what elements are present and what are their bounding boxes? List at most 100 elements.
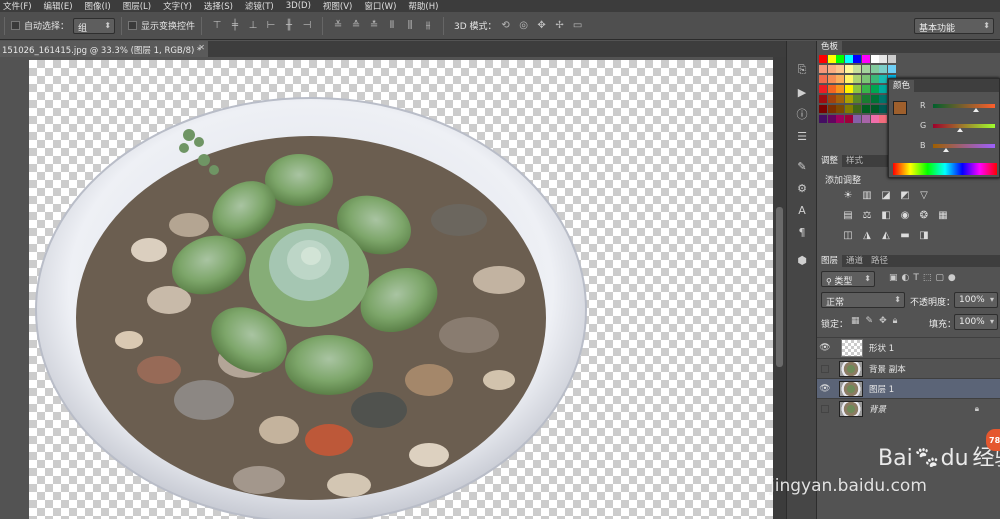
- color-swatch[interactable]: [870, 75, 879, 83]
- distribute-vcenter-icon[interactable]: ≙: [349, 19, 363, 33]
- color-swatch[interactable]: [870, 55, 879, 63]
- color-swatch[interactable]: [844, 105, 853, 113]
- paragraph-icon[interactable]: ¶: [787, 221, 817, 243]
- color-swatch[interactable]: [870, 85, 879, 93]
- hue-saturation-icon[interactable]: ▤: [841, 209, 855, 221]
- color-swatch[interactable]: [819, 95, 827, 103]
- color-swatch[interactable]: [844, 65, 853, 73]
- green-thumb[interactable]: [957, 128, 963, 132]
- color-swatch[interactable]: [827, 75, 836, 83]
- lock-all-icon[interactable]: 🔒︎: [893, 316, 898, 326]
- curves-icon[interactable]: ◪: [879, 189, 893, 201]
- color-swatch[interactable]: [827, 55, 836, 63]
- 3d-cube-icon[interactable]: ⬢: [787, 249, 817, 271]
- color-swatch[interactable]: [836, 115, 845, 123]
- color-swatch[interactable]: [879, 105, 888, 113]
- color-swatch[interactable]: [853, 105, 862, 113]
- menu-view[interactable]: 视图(V): [320, 0, 361, 12]
- lock-position-icon[interactable]: ✥: [879, 316, 887, 326]
- invert-icon[interactable]: ◫: [841, 229, 855, 241]
- color-swatch[interactable]: [862, 95, 870, 103]
- black-white-icon[interactable]: ◧: [879, 209, 893, 221]
- auto-select-checkbox[interactable]: [11, 21, 20, 30]
- color-swatch[interactable]: [853, 65, 862, 73]
- color-swatch[interactable]: [853, 85, 862, 93]
- distribute-hcenter-icon[interactable]: ⫼: [403, 19, 417, 33]
- align-top-icon[interactable]: ⊤: [210, 19, 224, 33]
- menu-type[interactable]: 文字(Y): [160, 0, 201, 12]
- auto-select-dropdown[interactable]: 组 ⬍: [73, 17, 116, 34]
- color-swatch[interactable]: [853, 115, 862, 123]
- 3d-roll-icon[interactable]: ◎: [517, 19, 531, 33]
- posterize-icon[interactable]: ◮: [860, 229, 874, 241]
- 3d-scale-icon[interactable]: ▭: [571, 19, 585, 33]
- close-icon[interactable]: ✕: [198, 43, 205, 52]
- channel-mixer-icon[interactable]: ❂: [917, 209, 931, 221]
- color-swatch[interactable]: [862, 75, 870, 83]
- tab-swatches[interactable]: 色板: [817, 41, 843, 53]
- color-swatch[interactable]: [853, 95, 862, 103]
- workspace-dropdown[interactable]: 基本功能 ⬍: [914, 18, 994, 34]
- gradient-map-icon[interactable]: ▬: [898, 229, 912, 241]
- color-swatch[interactable]: [836, 55, 845, 63]
- color-swatch[interactable]: [819, 115, 827, 123]
- color-swatch[interactable]: [819, 65, 827, 73]
- vibrance-icon[interactable]: ▽: [917, 189, 931, 201]
- history-icon[interactable]: ⎘: [787, 59, 817, 81]
- photo-filter-icon[interactable]: ◉: [898, 209, 912, 221]
- color-swatch[interactable]: [853, 55, 862, 63]
- foreground-color-swatch[interactable]: [893, 101, 907, 115]
- tab-paths[interactable]: 路径: [867, 255, 892, 267]
- opacity-field[interactable]: 100% ▾: [954, 292, 998, 308]
- tab-styles[interactable]: 样式: [842, 155, 867, 167]
- tab-channels[interactable]: 通道: [842, 255, 867, 267]
- distribute-top-icon[interactable]: ≚: [331, 19, 345, 33]
- color-swatch[interactable]: [879, 95, 888, 103]
- color-swatch[interactable]: [827, 95, 836, 103]
- color-swatch[interactable]: [879, 75, 888, 83]
- eye-icon[interactable]: 👁︎: [817, 384, 833, 394]
- canvas-area[interactable]: [0, 57, 773, 519]
- menu-3d[interactable]: 3D(D): [283, 1, 320, 11]
- layer-row[interactable]: 背景 副本: [817, 358, 1000, 378]
- info-icon[interactable]: ⓘ: [787, 103, 817, 125]
- color-swatch[interactable]: [862, 85, 870, 93]
- color-swatch[interactable]: [836, 75, 845, 83]
- menu-layer[interactable]: 图层(L): [120, 0, 160, 12]
- color-swatch[interactable]: [862, 65, 870, 73]
- color-swatch[interactable]: [827, 65, 836, 73]
- color-swatch[interactable]: [836, 65, 845, 73]
- menu-help[interactable]: 帮助(H): [405, 0, 447, 12]
- filter-toggle-icon[interactable]: ●: [948, 273, 956, 283]
- exposure-icon[interactable]: ◩: [898, 189, 912, 201]
- distribute-bottom-icon[interactable]: ≛: [367, 19, 381, 33]
- brightness-icon[interactable]: ☀: [841, 189, 855, 201]
- color-swatch[interactable]: [870, 95, 879, 103]
- color-swatch[interactable]: [870, 105, 879, 113]
- filter-type-icon[interactable]: T: [913, 273, 919, 283]
- color-swatch[interactable]: [827, 85, 836, 93]
- character-icon[interactable]: A: [787, 199, 817, 221]
- filter-adjustment-icon[interactable]: ◐: [902, 273, 910, 283]
- tab-color[interactable]: 颜色: [889, 79, 915, 92]
- layer-row[interactable]: 👁︎ 形状 1: [817, 337, 1000, 357]
- color-swatch[interactable]: [844, 55, 853, 63]
- scrollbar-thumb[interactable]: [776, 207, 783, 367]
- align-vcenter-icon[interactable]: ╪: [228, 19, 242, 33]
- color-swatch[interactable]: [879, 85, 888, 93]
- color-swatch[interactable]: [887, 65, 896, 73]
- color-swatch[interactable]: [836, 95, 845, 103]
- notification-badge[interactable]: 78: [986, 429, 1000, 451]
- 3d-slide-icon[interactable]: ✢: [553, 19, 567, 33]
- brush-icon[interactable]: ✎: [787, 155, 817, 177]
- color-swatch[interactable]: [870, 65, 879, 73]
- color-swatch[interactable]: [879, 55, 888, 63]
- lock-image-icon[interactable]: ✎: [866, 316, 874, 326]
- color-swatch[interactable]: [879, 65, 888, 73]
- vertical-scrollbar[interactable]: [773, 57, 786, 519]
- align-right-icon[interactable]: ⊣: [300, 19, 314, 33]
- actions-play-icon[interactable]: ▶: [787, 81, 817, 103]
- blue-thumb[interactable]: [943, 148, 949, 152]
- layer-row-selected[interactable]: 👁︎ 图层 1: [817, 378, 1000, 398]
- document-tab[interactable]: 151026_161415.jpg @ 33.3% (图层 1, RGB/8) …: [0, 41, 208, 57]
